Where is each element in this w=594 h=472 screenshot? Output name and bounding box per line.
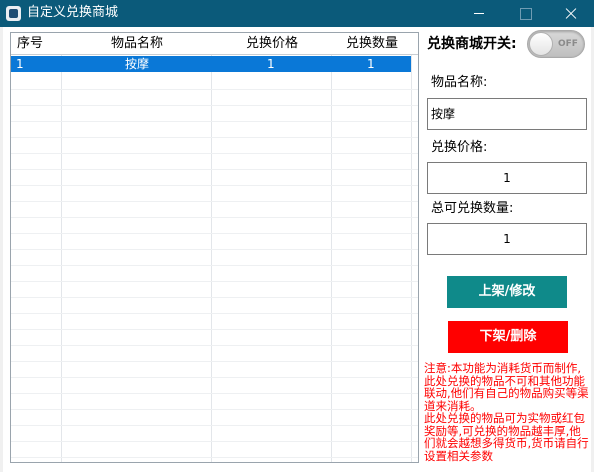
close-button[interactable]: [548, 0, 594, 27]
notice-line-1: 注意:本功能为消耗货币而制作,此处兑换的物品不可和其他功能联动,他们有自己的物品…: [424, 361, 589, 413]
toggle-knob: [529, 32, 553, 56]
table-row[interactable]: 1 按摩 1 1: [11, 56, 411, 72]
list-modify-button[interactable]: 上架/修改: [447, 276, 567, 308]
column-divider: [211, 33, 212, 462]
row-line: [11, 233, 418, 234]
row-line: [11, 217, 418, 218]
row-line: [11, 393, 418, 394]
title-bar: 自定义兑换商城: [0, 0, 594, 27]
price-label: 兑换价格:: [431, 140, 488, 155]
cell-price: 1: [267, 57, 275, 71]
window-title: 自定义兑换商城: [27, 5, 119, 20]
row-line: [11, 377, 418, 378]
row-line: [11, 265, 418, 266]
row-line: [11, 281, 418, 282]
total-quantity-label: 总可兑换数量:: [431, 201, 514, 216]
column-header-quantity[interactable]: 兑换数量: [346, 36, 398, 52]
row-line: [11, 105, 418, 106]
items-table[interactable]: 序号 物品名称 兑换价格 兑换数量 1 按摩 1 1: [10, 32, 419, 463]
row-line: [11, 169, 418, 170]
row-line: [11, 329, 418, 330]
row-line: [11, 185, 418, 186]
row-line: [11, 409, 418, 410]
notice-line-2: 此处兑换的物品可为实物或红包奖励等,可兑换的物品越丰厚,他们就会越想多得货币,货…: [424, 411, 589, 463]
row-line: [11, 201, 418, 202]
row-line: [11, 425, 418, 426]
cell-quantity: 1: [367, 57, 375, 71]
column-divider: [331, 33, 332, 462]
row-line: [11, 297, 418, 298]
table-header: 序号 物品名称 兑换价格 兑换数量: [11, 33, 418, 55]
item-name-field[interactable]: 按摩: [427, 98, 587, 130]
shop-switch-toggle[interactable]: OFF: [527, 30, 585, 58]
maximize-button[interactable]: [502, 0, 548, 27]
column-header-index[interactable]: 序号: [17, 36, 43, 52]
app-icon: [6, 6, 21, 21]
column-header-name[interactable]: 物品名称: [111, 36, 163, 52]
row-line: [11, 345, 418, 346]
cell-name: 按摩: [125, 57, 150, 71]
column-divider: [411, 33, 412, 462]
notice-text: 注意:本功能为消耗货币而制作,此处兑换的物品不可和其他功能联动,他们有自己的物品…: [424, 362, 590, 462]
row-line: [11, 89, 418, 90]
item-name-label: 物品名称:: [431, 75, 488, 90]
unlist-delete-button[interactable]: 下架/删除: [448, 321, 568, 353]
price-field[interactable]: 1: [427, 162, 587, 194]
row-line: [11, 121, 418, 122]
row-line: [11, 441, 418, 442]
column-header-price[interactable]: 兑换价格: [246, 36, 298, 52]
row-line: [11, 249, 418, 250]
row-line: [11, 457, 418, 458]
row-line: [11, 313, 418, 314]
cell-index: 1: [16, 57, 24, 71]
window-border-left: [0, 27, 3, 472]
minimize-button[interactable]: [456, 0, 502, 27]
column-divider: [61, 33, 62, 462]
row-line: [11, 137, 418, 138]
row-line: [11, 361, 418, 362]
toggle-state-text: OFF: [558, 39, 578, 49]
total-quantity-field[interactable]: 1: [427, 223, 587, 255]
row-line: [11, 153, 418, 154]
shop-switch-label: 兑换商城开关:: [427, 36, 517, 52]
